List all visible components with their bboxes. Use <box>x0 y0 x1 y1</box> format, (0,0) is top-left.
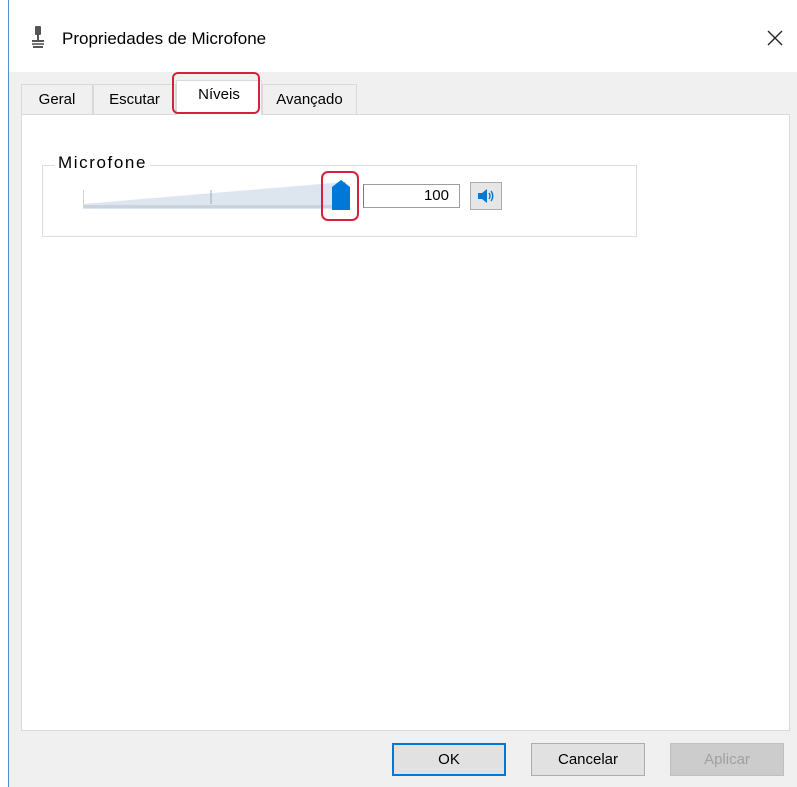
microphone-icon <box>32 26 44 48</box>
ok-button[interactable]: OK <box>392 743 506 776</box>
tab-strip: Geral Escutar Níveis Avançado <box>21 80 781 115</box>
dialog-window: Propriedades de Microfone Geral Escutar … <box>8 0 797 787</box>
slider-track <box>83 182 346 209</box>
tab-escutar[interactable]: Escutar <box>93 84 176 114</box>
cancel-button[interactable]: Cancelar <box>531 743 645 776</box>
tab-geral[interactable]: Geral <box>21 84 93 114</box>
speaker-icon <box>478 189 494 203</box>
close-button[interactable] <box>752 16 797 60</box>
title-bar: Propriedades de Microfone <box>9 0 797 72</box>
level-value-field[interactable]: 100 <box>363 184 460 208</box>
tab-niveis[interactable]: Níveis <box>176 80 262 115</box>
window-title: Propriedades de Microfone <box>62 29 267 48</box>
mute-button[interactable] <box>470 182 502 210</box>
dialog-footer: OK Cancelar Aplicar <box>9 731 797 787</box>
levels-panel: Microfone 100 <box>21 114 790 731</box>
close-icon <box>767 30 783 46</box>
group-label: Microfone <box>55 153 151 173</box>
slider-thumb[interactable] <box>332 180 350 210</box>
tab-avancado[interactable]: Avançado <box>262 84 357 114</box>
microphone-group: Microfone 100 <box>42 153 637 237</box>
apply-button[interactable]: Aplicar <box>670 743 784 776</box>
level-slider[interactable] <box>83 178 363 212</box>
